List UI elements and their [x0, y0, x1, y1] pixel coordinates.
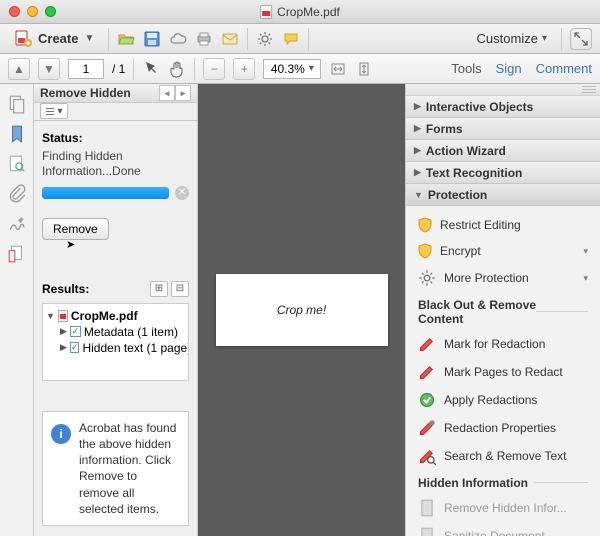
- panel-options-button[interactable]: ▾: [40, 103, 68, 119]
- tree-hidden-text-row: ▶ ✓ Hidden text (1 page): [46, 340, 185, 356]
- apply-redactions-item[interactable]: Apply Redactions: [412, 386, 594, 414]
- create-button[interactable]: Create ▼: [8, 28, 100, 50]
- search-remove-icon: [418, 447, 436, 465]
- tree-doc-row: ▼ CropMe.pdf: [46, 308, 185, 324]
- mark-for-redaction-item[interactable]: Mark for Redaction: [412, 330, 594, 358]
- remove-hidden-info-item: Remove Hidden Infor...: [412, 494, 594, 522]
- checkbox-icon[interactable]: ✓: [70, 342, 80, 353]
- panel-title: Remove Hidden: [40, 86, 131, 100]
- redact-icon: [418, 363, 436, 381]
- chevron-down-icon: ▾: [583, 246, 588, 257]
- signatures-panel-icon[interactable]: [7, 214, 27, 234]
- page-number-input[interactable]: 1: [68, 59, 104, 79]
- blackout-header: Black Out & Remove Content: [412, 292, 594, 330]
- shield-icon: [418, 217, 432, 233]
- fit-width-icon[interactable]: [329, 60, 347, 78]
- cloud-icon[interactable]: [169, 30, 187, 48]
- remove-hidden-panel: Remove Hidden ◂ ▸ ▾ Status: Finding Hidd…: [34, 84, 198, 536]
- pdf-file-icon: [260, 5, 272, 19]
- gear-icon: [418, 269, 436, 287]
- results-label: Results:: [42, 282, 89, 296]
- hidden-info-header: Hidden Information: [412, 470, 594, 494]
- gear-icon[interactable]: [256, 30, 274, 48]
- create-icon: [14, 30, 32, 48]
- document-view[interactable]: Crop me!: [198, 84, 405, 536]
- chevron-down-icon: ▾: [583, 273, 588, 284]
- zoom-level-select[interactable]: 40.3%▾: [263, 59, 321, 79]
- sign-tab[interactable]: Sign: [496, 61, 522, 76]
- chat-icon[interactable]: [282, 30, 300, 48]
- minimize-window-button[interactable]: [27, 6, 38, 17]
- document-icon: [418, 527, 436, 536]
- main-toolbar: Create ▼ Customize ▾: [0, 24, 600, 54]
- zoom-window-button[interactable]: [45, 6, 56, 17]
- cursor-icon: ➤: [66, 238, 213, 251]
- zoom-in-button[interactable]: +: [233, 58, 255, 80]
- cancel-progress-button[interactable]: ✕: [175, 186, 189, 200]
- page-down-button[interactable]: ▼: [38, 58, 60, 80]
- tools-pane: ▶Interactive Objects ▶Forms ▶Action Wiza…: [405, 84, 600, 536]
- acc-action-wizard[interactable]: ▶Action Wizard: [406, 140, 600, 162]
- collapse-all-button[interactable]: ⊟: [171, 281, 189, 297]
- redact-icon: [418, 335, 436, 353]
- save-icon[interactable]: [143, 30, 161, 48]
- status-message: Finding Hidden Information...Done: [42, 149, 189, 180]
- close-window-button[interactable]: [9, 6, 20, 17]
- panel-next-button[interactable]: ▸: [175, 85, 191, 101]
- acc-text-recognition[interactable]: ▶Text Recognition: [406, 162, 600, 184]
- mark-pages-redact-item[interactable]: Mark Pages to Redact: [412, 358, 594, 386]
- info-icon: i: [51, 424, 71, 444]
- redaction-properties-item[interactable]: Redaction Properties: [412, 414, 594, 442]
- info-box: i Acrobat has found the above hidden inf…: [42, 411, 189, 526]
- encrypt-item[interactable]: Encrypt ▾: [412, 238, 594, 264]
- shield-icon: [418, 243, 432, 259]
- checkbox-icon[interactable]: ✓: [70, 326, 81, 337]
- select-tool-icon[interactable]: [142, 60, 160, 78]
- open-icon[interactable]: [117, 30, 135, 48]
- page-up-button[interactable]: ▲: [8, 58, 30, 80]
- panel-prev-button[interactable]: ◂: [159, 85, 175, 101]
- layers-panel-icon[interactable]: [7, 244, 27, 264]
- attachments-panel-icon[interactable]: [7, 184, 27, 204]
- apply-icon: [418, 391, 436, 409]
- results-tree[interactable]: ▼ CropMe.pdf ▶ ✓ Metadata (1 item) ▶ ✓ H…: [42, 303, 189, 381]
- sanitize-document-item: Sanitize Document: [412, 522, 594, 536]
- tree-metadata-row: ▶ ✓ Metadata (1 item): [46, 324, 185, 340]
- search-panel-icon[interactable]: [7, 154, 27, 174]
- fullscreen-button[interactable]: [570, 28, 592, 50]
- document-page: Crop me!: [216, 274, 388, 346]
- acc-forms[interactable]: ▶Forms: [406, 118, 600, 140]
- acc-interactive-objects[interactable]: ▶Interactive Objects: [406, 96, 600, 118]
- search-remove-text-item[interactable]: Search & Remove Text: [412, 442, 594, 470]
- restrict-editing-item[interactable]: Restrict Editing: [412, 212, 594, 238]
- grip-icon: [582, 86, 596, 94]
- fit-page-icon[interactable]: [355, 60, 373, 78]
- window-title: CropMe.pdf: [277, 5, 340, 19]
- remove-button[interactable]: Remove: [42, 218, 109, 240]
- window-titlebar: CropMe.pdf: [0, 0, 600, 24]
- acc-protection[interactable]: ▼Protection: [406, 184, 600, 206]
- hand-tool-icon[interactable]: [168, 60, 186, 78]
- expand-all-button[interactable]: ⊞: [150, 281, 168, 297]
- customize-button[interactable]: Customize ▾: [471, 29, 553, 48]
- chevron-down-icon: ▼: [84, 33, 94, 44]
- status-label: Status:: [42, 131, 189, 145]
- mail-icon[interactable]: [221, 30, 239, 48]
- document-icon: [418, 499, 436, 517]
- bookmarks-panel-icon[interactable]: [7, 124, 27, 144]
- more-protection-item[interactable]: More Protection ▾: [412, 264, 594, 292]
- chevron-down-icon: ▾: [542, 33, 547, 44]
- pages-panel-icon[interactable]: [7, 94, 27, 114]
- navigation-toolbar: ▲ ▼ 1 / 1 − + 40.3%▾ Tools Sign Comment: [0, 54, 600, 84]
- tools-tab[interactable]: Tools: [451, 61, 481, 76]
- progress-bar: [42, 187, 169, 199]
- page-total: / 1: [112, 62, 125, 76]
- properties-icon: [418, 419, 436, 437]
- pdf-file-icon: [58, 310, 68, 322]
- comment-tab[interactable]: Comment: [536, 61, 592, 76]
- zoom-out-button[interactable]: −: [203, 58, 225, 80]
- print-icon[interactable]: [195, 30, 213, 48]
- nav-strip: [0, 84, 34, 536]
